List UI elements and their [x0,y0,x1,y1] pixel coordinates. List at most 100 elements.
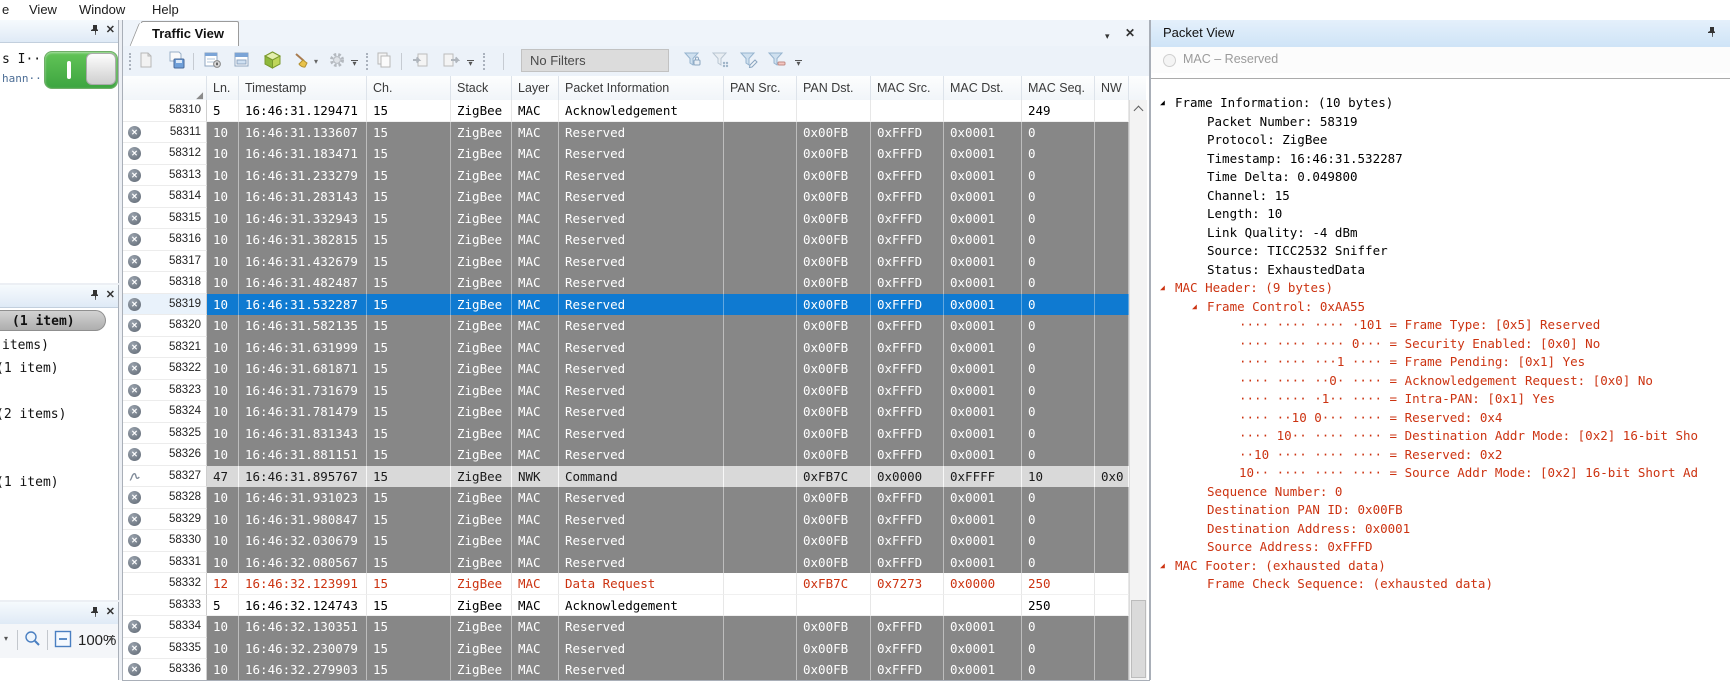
cube-3d-view-icon[interactable] [263,51,283,71]
tree-node[interactable]: Status: ExhaustedData [1151,261,1730,280]
table-row-58319[interactable]: ✕583191016:46:31.53228715ZigBeeMACReserv… [123,294,1129,316]
column-header-ch-[interactable]: Ch. [367,76,451,100]
tree-expander-icon[interactable]: ◢ [1192,298,1197,317]
column-header-pan-dst-[interactable]: PAN Dst. [797,76,871,100]
table-row-58322[interactable]: ✕583221016:46:31.68187115ZigBeeMACReserv… [123,358,1129,380]
toolbar-overflow-icon[interactable]: ▾ [108,636,115,642]
table-row-58327[interactable]: 583274716:46:31.89576715ZigBeeNWKCommand… [123,466,1129,488]
menu-item-view[interactable]: View [29,1,57,19]
column-header-nw[interactable]: NW [1095,76,1129,100]
tree-node[interactable]: ···· ···· ···1 ···· = Frame Pending: [0x… [1151,353,1730,372]
toggle-knob[interactable] [86,53,116,85]
network-view-icon[interactable] [233,51,253,71]
group-item[interactable]: (1 item) [0,475,59,490]
export-packets-icon[interactable] [441,51,461,71]
column-header-packet-information[interactable]: Packet Information [559,76,724,100]
menu-item-help[interactable]: Help [152,1,179,19]
column-header-timestamp[interactable]: Timestamp [239,76,367,100]
tree-node[interactable]: ···· 10·· ···· ···· = Destination Addr M… [1151,427,1730,446]
chevron-down-icon[interactable]: ▾ [314,57,318,66]
table-row-58336[interactable]: ✕583361016:46:32.27990315ZigBeeMACReserv… [123,659,1129,680]
column-header-gutter[interactable]: ◢ [123,76,207,100]
tree-node[interactable]: Source: TICC2532 Sniffer [1151,242,1730,261]
column-header-mac-dst-[interactable]: MAC Dst. [944,76,1022,100]
tree-node[interactable]: ···· ···· ···· ·101 = Frame Type: [0x5] … [1151,316,1730,335]
column-header-pan-src-[interactable]: PAN Src. [724,76,797,100]
selected-group-badge[interactable]: (1 item) [0,310,106,331]
open-packet-icon[interactable] [137,51,157,71]
tree-node[interactable]: ···· ···· ···· 0··· = Security Enabled: … [1151,335,1730,354]
table-row-58331[interactable]: ✕583311016:46:32.08056715ZigBeeMACReserv… [123,552,1129,574]
toolbar-overflow-icon[interactable]: ▾ [467,60,474,66]
tree-expander-icon[interactable]: ◢ [1160,94,1165,113]
table-row-58310[interactable]: 58310516:46:31.12947115ZigBeeMACAcknowle… [123,100,1129,122]
table-row-58329[interactable]: ✕583291016:46:31.98084715ZigBeeMACReserv… [123,509,1129,531]
table-row-58315[interactable]: ✕583151016:46:31.33294315ZigBeeMACReserv… [123,208,1129,230]
table-row-58325[interactable]: ✕583251016:46:31.83134315ZigBeeMACReserv… [123,423,1129,445]
table-row-58312[interactable]: ✕583121016:46:31.18347115ZigBeeMACReserv… [123,143,1129,165]
tree-node[interactable]: Source Address: 0xFFFD [1151,538,1730,557]
enable-toggle-switch[interactable] [44,51,118,89]
filter-edit-icon[interactable] [739,51,759,71]
table-row-58335[interactable]: ✕583351016:46:32.23007915ZigBeeMACReserv… [123,638,1129,660]
tree-node[interactable]: Length: 10 [1151,205,1730,224]
table-row-58323[interactable]: ✕583231016:46:31.73167915ZigBeeMACReserv… [123,380,1129,402]
column-header-layer[interactable]: Layer [512,76,559,100]
table-row-58313[interactable]: ✕583131016:46:31.23327915ZigBeeMACReserv… [123,165,1129,187]
filter-dots-icon[interactable] [711,51,731,71]
tree-node[interactable]: ◢Frame Information: (10 bytes) [1151,94,1730,113]
table-row-58326[interactable]: ✕583261016:46:31.88115115ZigBeeMACReserv… [123,444,1129,466]
device-list-icon[interactable] [203,51,223,71]
table-row-58330[interactable]: ✕583301016:46:32.03067915ZigBeeMACReserv… [123,530,1129,552]
column-header-ln-[interactable]: Ln. [207,76,239,100]
tree-node[interactable]: ◢MAC Footer: (exhausted data) [1151,557,1730,576]
close-icon[interactable]: ✕ [106,288,115,302]
column-header-mac-seq-[interactable]: MAC Seq. [1022,76,1095,100]
copy-pages-icon[interactable] [375,51,395,71]
tree-node[interactable]: ◢MAC Header: (9 bytes) [1151,279,1730,298]
tree-node[interactable]: Sequence Number: 0 [1151,483,1730,502]
table-row-58318[interactable]: ✕583181016:46:31.48248715ZigBeeMACReserv… [123,272,1129,294]
tree-node[interactable]: Timestamp: 16:46:31.532287 [1151,150,1730,169]
clear-broom-icon[interactable] [293,51,313,71]
settings-gear-icon[interactable] [328,51,348,71]
scrollbar-up-icon[interactable] [1130,100,1147,117]
tree-node[interactable]: ··10 ···· ···· ···· = Reserved: 0x2 [1151,446,1730,465]
pin-icon[interactable] [90,289,100,301]
tree-node[interactable]: Packet Number: 58319 [1151,113,1730,132]
tree-node[interactable]: 10·· ···· ···· ···· = Source Addr Mode: … [1151,464,1730,483]
tree-node[interactable]: Protocol: ZigBee [1151,131,1730,150]
tab-traffic-view[interactable]: Traffic View [141,21,239,47]
scrollbar-thumb[interactable] [1131,600,1146,678]
column-header-stack[interactable]: Stack [451,76,512,100]
table-row-58311[interactable]: ✕583111016:46:31.13360715ZigBeeMACReserv… [123,122,1129,144]
tree-expander-icon[interactable]: ◢ [1160,279,1165,298]
filter-remove-icon[interactable] [767,51,787,71]
group-item[interactable]: (2 items) [0,407,66,422]
table-row-58334[interactable]: ✕583341016:46:32.13035115ZigBeeMACReserv… [123,616,1129,638]
pin-icon[interactable] [90,24,100,36]
tree-node[interactable]: Frame Check Sequence: (exhausted data) [1151,575,1730,594]
tree-node[interactable]: Destination PAN ID: 0x00FB [1151,501,1730,520]
table-row-58333[interactable]: 58333516:46:32.12474315ZigBeeMACAcknowle… [123,595,1129,617]
tree-node[interactable]: Time Delta: 0.049800 [1151,168,1730,187]
tree-node[interactable]: Destination Address: 0x0001 [1151,520,1730,539]
table-row-58314[interactable]: ✕583141016:46:31.28314315ZigBeeMACReserv… [123,186,1129,208]
tree-expander-icon[interactable]: ◢ [1160,557,1165,576]
close-icon[interactable]: ✕ [106,23,115,37]
zoom-fit-icon[interactable] [24,630,42,648]
filter-lock-icon[interactable] [683,51,703,71]
filter-combobox[interactable]: No Filters [521,49,669,72]
tree-node[interactable]: ···· ···· ·1·· ···· = Intra-PAN: [0x1] Y… [1151,390,1730,409]
table-row-58328[interactable]: ✕583281016:46:31.93102315ZigBeeMACReserv… [123,487,1129,509]
table-row-58332[interactable]: 583321216:46:32.12399115ZigBeeMACData Re… [123,573,1129,595]
import-packets-icon[interactable] [411,51,431,71]
menu-item-file-truncated[interactable]: e [2,1,9,19]
table-row-58321[interactable]: ✕583211016:46:31.63199915ZigBeeMACReserv… [123,337,1129,359]
table-row-58317[interactable]: ✕583171016:46:31.43267915ZigBeeMACReserv… [123,251,1129,273]
tree-node[interactable]: ···· ··10 0··· ···· = Reserved: 0x4 [1151,409,1730,428]
chevron-down-icon[interactable]: ▾ [4,634,8,643]
toolbar-overflow-icon[interactable]: ▾ [795,60,802,66]
save-capture-icon[interactable] [167,51,187,71]
column-header-mac-src-[interactable]: MAC Src. [871,76,944,100]
